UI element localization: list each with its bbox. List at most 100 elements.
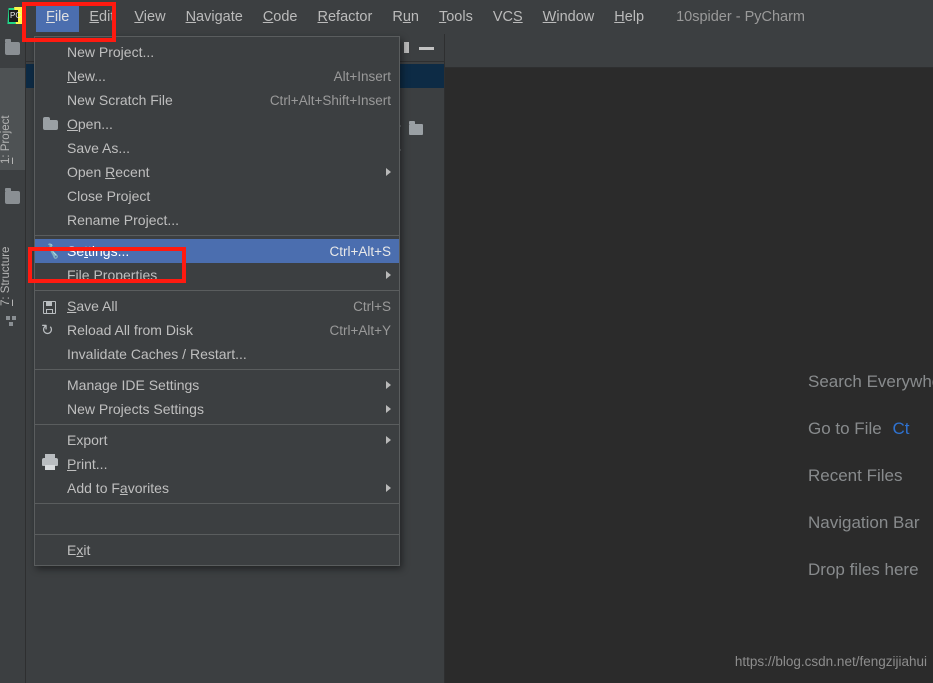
reload-icon: ↻	[41, 321, 54, 339]
watermark-url: https://blog.csdn.net/fengzijiahui	[734, 654, 927, 669]
no-icon	[35, 66, 67, 86]
menu-item-reload-all-from-disk[interactable]: ↻ Reload All from Disk Ctrl+Alt+Y	[35, 318, 399, 342]
menu-navigate[interactable]: Navigate	[176, 3, 253, 32]
menu-view[interactable]: View	[124, 3, 175, 32]
menu-item-shortcut: Ctrl+Alt+Shift+Insert	[269, 92, 391, 108]
hint-drop-files-here: Drop files here	[445, 546, 933, 593]
menu-item-invalidate-caches-restart[interactable]: Invalidate Caches / Restart...	[35, 342, 399, 366]
menu-item-label: New Project...	[67, 44, 155, 60]
menu-edit[interactable]: Edit	[79, 3, 124, 32]
structure-icon	[6, 316, 19, 327]
menu-item-new[interactable]: New... Alt+Insert	[35, 64, 399, 88]
hint-label: Recent Files	[808, 466, 903, 485]
editor-tab-band	[445, 34, 933, 68]
no-icon	[35, 399, 67, 419]
sidebar-item-structure-label: : Structure	[0, 246, 12, 300]
chevron-right-icon	[386, 405, 391, 413]
chevron-right-icon	[386, 168, 391, 176]
menu-refactor[interactable]: Refactor	[308, 3, 383, 32]
menu-tools[interactable]: Tools	[429, 3, 483, 32]
menu-item-shortcut: Ctrl+S	[353, 298, 391, 314]
no-icon	[35, 509, 67, 529]
menu-item-label: New Scratch File	[67, 92, 173, 108]
menu-item-open-recent[interactable]: Open Recent	[35, 160, 399, 184]
menu-item-label: Save As...	[67, 140, 131, 156]
tree-folder-icon	[409, 121, 423, 135]
sidebar-item-project[interactable]: 1: Project	[0, 68, 25, 170]
menu-item-add-to-favorites[interactable]: Add to Favorites	[35, 476, 399, 500]
pycharm-window: PC File Edit View Navigate Code Refactor…	[0, 0, 933, 683]
print-icon	[35, 454, 67, 474]
menu-item-manage-ide-settings[interactable]: Manage IDE Settings	[35, 373, 399, 397]
menu-file[interactable]: File	[36, 2, 80, 32]
wrench-icon: 🔧	[42, 243, 60, 259]
menu-vcs[interactable]: VCS	[483, 3, 533, 32]
project-folder-icon	[5, 39, 20, 55]
menu-window[interactable]: Window	[533, 3, 605, 32]
menu-item-save-all[interactable]: Save All Ctrl+S	[35, 294, 399, 318]
chevron-right-icon	[386, 271, 391, 279]
hint-recent-files: Recent Files	[445, 452, 933, 499]
menu-item-close-project[interactable]: Close Project	[35, 184, 399, 208]
menu-code[interactable]: Code	[253, 3, 308, 32]
menu-item-power-save-mode[interactable]	[35, 507, 399, 531]
pycharm-logo-label: PC	[10, 11, 22, 20]
menu-separator	[35, 290, 399, 291]
menu-item-new-scratch-file[interactable]: New Scratch File Ctrl+Alt+Shift+Insert	[35, 88, 399, 112]
menu-item-settings[interactable]: 🔧 Settings... Ctrl+Alt+S	[35, 239, 399, 263]
no-icon	[35, 430, 67, 450]
sidebar-item-structure[interactable]: 7: Structure	[0, 202, 25, 312]
no-icon	[35, 186, 67, 206]
hint-go-to-file: Go to File Ct	[445, 405, 933, 452]
no-icon	[35, 344, 67, 364]
menu-item-rename-project[interactable]: Rename Project...	[35, 208, 399, 232]
sidebar-item-project-label: : Project	[0, 115, 12, 158]
editor-empty-area: Search Everywhere Go to File Ct Recent F…	[445, 68, 933, 683]
no-icon	[35, 478, 67, 498]
menu-item-file-properties[interactable]: File Properties	[35, 263, 399, 287]
menu-item-print[interactable]: Print...	[35, 452, 399, 476]
menu-separator	[35, 424, 399, 425]
welcome-hint-list: Search Everywhere Go to File Ct Recent F…	[445, 358, 933, 593]
no-icon	[35, 375, 67, 395]
menu-item-open[interactable]: Open...	[35, 112, 399, 136]
menu-run[interactable]: Run	[382, 3, 429, 32]
menu-item-label: Invalidate Caches / Restart...	[67, 346, 247, 362]
menu-help[interactable]: Help	[604, 3, 654, 32]
hide-tool-window-icon[interactable]	[404, 42, 409, 53]
menu-item-new-projects-settings[interactable]: New Projects Settings	[35, 397, 399, 421]
menu-item-shortcut: Alt+Insert	[333, 68, 391, 84]
menu-item-label: Close Project	[67, 188, 151, 204]
hint-label: Drop files here	[808, 560, 919, 579]
menu-separator	[35, 503, 399, 504]
menu-item-save-as[interactable]: Save As...	[35, 136, 399, 160]
chevron-right-icon	[386, 381, 391, 389]
menu-item-label: Manage IDE Settings	[67, 377, 200, 393]
hint-label: Navigation Bar	[808, 513, 920, 532]
menu-separator	[35, 369, 399, 370]
menu-separator	[35, 534, 399, 535]
menu-item-label: Export	[67, 432, 108, 448]
menu-item-label: Exit	[67, 542, 91, 558]
menu-item-label: Save All	[67, 298, 118, 314]
menu-item-label: Settings...	[67, 243, 130, 259]
menu-item-label: Reload All from Disk	[67, 322, 194, 338]
no-icon	[35, 265, 67, 285]
menu-item-new-project[interactable]: New Project...	[35, 40, 399, 64]
menu-item-label: Add to Favorites	[67, 480, 169, 496]
no-icon	[35, 162, 67, 182]
chevron-right-icon	[386, 484, 391, 492]
save-icon	[35, 296, 67, 316]
left-tool-stripe: 1: Project 7: Structure	[0, 34, 26, 683]
minimize-icon[interactable]	[419, 47, 434, 50]
menu-item-shortcut: Ctrl+Alt+Y	[329, 322, 391, 338]
menu-item-label: Open Recent	[67, 164, 150, 180]
menu-item-exit[interactable]: Exit	[35, 538, 399, 562]
menu-item-export[interactable]: Export	[35, 428, 399, 452]
folder-icon	[35, 114, 67, 134]
menu-item-label: New Projects Settings	[67, 401, 204, 417]
pycharm-logo-icon: PC	[6, 7, 32, 27]
no-icon	[35, 540, 67, 560]
no-icon	[35, 210, 67, 230]
hint-search-everywhere: Search Everywhere	[445, 358, 933, 405]
